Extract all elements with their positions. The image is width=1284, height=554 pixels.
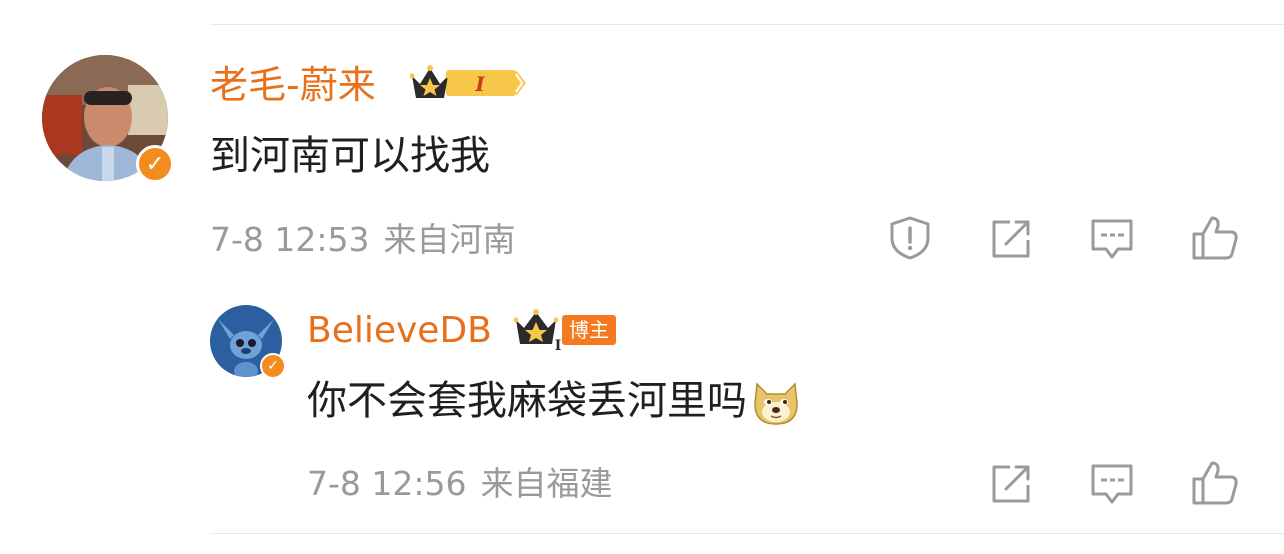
level-text: I bbox=[555, 338, 562, 350]
bottom-divider bbox=[210, 533, 1284, 534]
reply-time: 7-8 12:56 bbox=[307, 464, 467, 503]
blogger-badge-label: 博主 bbox=[569, 318, 609, 342]
comment-username[interactable]: 老毛-蔚来 bbox=[210, 60, 376, 110]
doge-emoji bbox=[754, 382, 798, 425]
reply-location: 来自福建 bbox=[480, 464, 613, 503]
reply-text: 你不会套我麻袋丢河里吗 bbox=[307, 378, 747, 424]
reply-member-level-badge: I bbox=[512, 308, 562, 354]
comment-text: 到河南可以找我 bbox=[210, 133, 490, 179]
avatar[interactable]: ✓ bbox=[42, 55, 174, 183]
comment-time: 7-8 12:53 bbox=[210, 220, 370, 259]
member-level-badge: I bbox=[409, 62, 528, 108]
blogger-badge: 博主 bbox=[562, 315, 616, 345]
reply-meta: 7-8 12:56 来自福建 bbox=[307, 462, 627, 506]
comment-icon[interactable] bbox=[1088, 461, 1136, 507]
repost-icon[interactable] bbox=[988, 461, 1034, 507]
reply-text-row: 你不会套我麻袋丢河里吗 bbox=[307, 374, 803, 428]
like-icon[interactable] bbox=[1190, 457, 1240, 507]
like-icon[interactable] bbox=[1190, 212, 1240, 262]
comment-meta: 7-8 12:53 来自河南 bbox=[210, 218, 530, 262]
verified-badge-icon: ✓ bbox=[260, 353, 286, 379]
verified-badge-icon: ✓ bbox=[136, 145, 174, 183]
reply-avatar[interactable]: ✓ bbox=[210, 305, 286, 379]
report-icon[interactable] bbox=[886, 214, 934, 262]
comment-icon[interactable] bbox=[1088, 216, 1136, 262]
repost-icon[interactable] bbox=[988, 216, 1034, 262]
top-divider bbox=[210, 24, 1284, 25]
reply-username[interactable]: BelieveDB bbox=[307, 308, 492, 354]
comment-location: 来自河南 bbox=[383, 220, 516, 259]
level-text: I bbox=[474, 72, 485, 96]
